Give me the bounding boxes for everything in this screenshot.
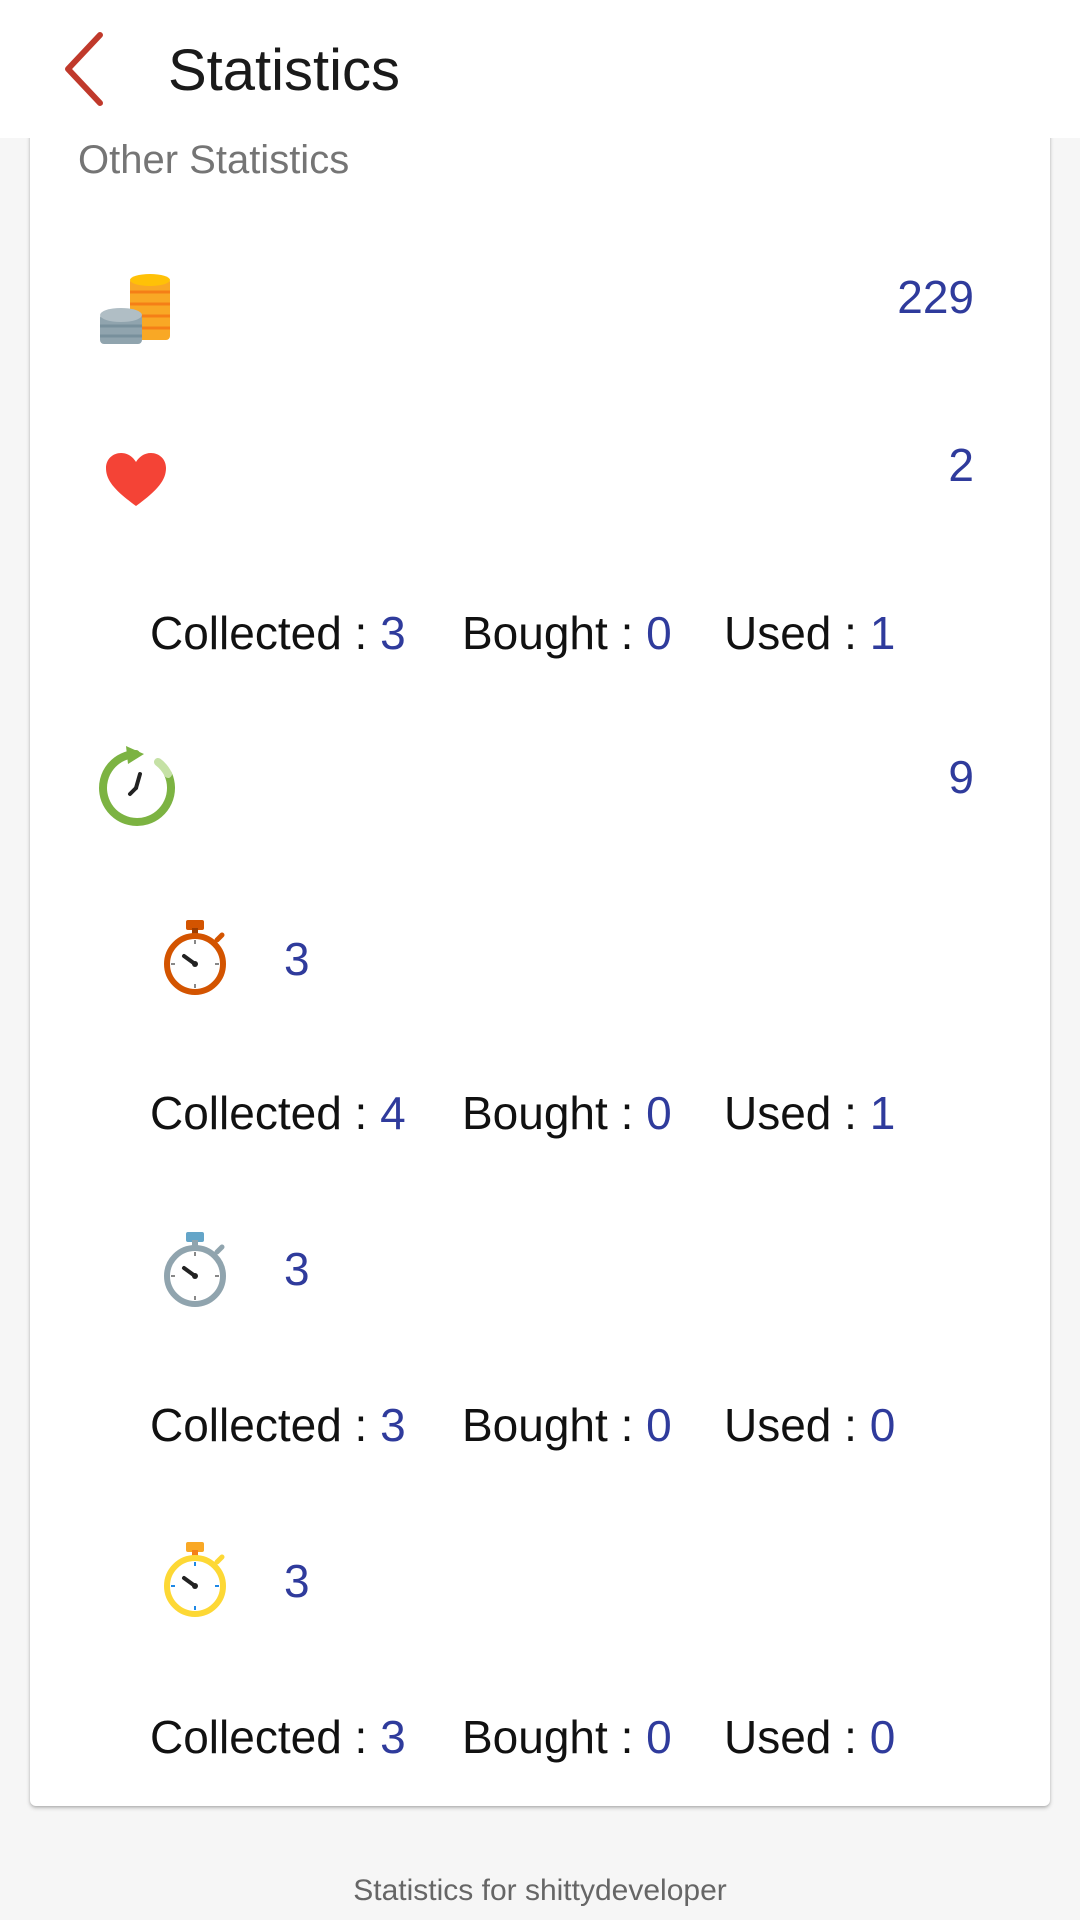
used-value: 1 xyxy=(869,1087,896,1139)
heart-icon xyxy=(106,453,166,506)
used-label: Used : xyxy=(724,607,870,659)
lives-value: 2 xyxy=(948,439,974,491)
page-title: Statistics xyxy=(168,38,401,103)
back-button[interactable] xyxy=(60,26,140,112)
bought-label: Bought : xyxy=(462,607,647,659)
time-boosts-value: 9 xyxy=(948,751,974,803)
used-label: Used : xyxy=(724,1399,870,1451)
used-value: 0 xyxy=(869,1711,896,1763)
stopwatch-silver-value: 3 xyxy=(284,1243,310,1295)
bought-label: Bought : xyxy=(462,1087,647,1139)
stopwatch-bronze-icon xyxy=(164,920,226,995)
bought-value: 0 xyxy=(646,607,672,659)
coins-value: 229 xyxy=(897,271,974,323)
collected-label: Collected : xyxy=(150,1711,381,1763)
stopwatch-silver-icon xyxy=(164,1232,226,1307)
collected-value: 4 xyxy=(380,1087,406,1139)
used-label: Used : xyxy=(724,1087,870,1139)
collected-value: 3 xyxy=(380,1711,406,1763)
used-value: 0 xyxy=(869,1399,896,1451)
used-label: Used : xyxy=(724,1711,870,1763)
collected-label: Collected : xyxy=(150,1399,381,1451)
bought-value: 0 xyxy=(646,1087,672,1139)
clock-restart-icon xyxy=(99,746,175,826)
stopwatch-gold-icon xyxy=(164,1542,226,1617)
section-title: Other Statistics xyxy=(78,138,350,182)
bought-value: 0 xyxy=(646,1399,672,1451)
stopwatch-gold-value: 3 xyxy=(284,1555,310,1607)
chevron-left-icon xyxy=(65,32,103,106)
collected-value: 3 xyxy=(380,1399,406,1451)
coins-icon xyxy=(100,274,170,344)
app-bar: Statistics xyxy=(0,0,1080,138)
bought-value: 0 xyxy=(646,1711,672,1763)
bought-label: Bought : xyxy=(462,1711,647,1763)
collected-label: Collected : xyxy=(150,1087,381,1139)
stopwatch-bronze-value: 3 xyxy=(284,933,310,985)
bought-label: Bought : xyxy=(462,1399,647,1451)
footer-text: Statistics for shittydeveloper xyxy=(353,1874,727,1907)
used-value: 1 xyxy=(869,607,896,659)
collected-label: Collected : xyxy=(150,607,381,659)
collected-value: 3 xyxy=(380,607,406,659)
